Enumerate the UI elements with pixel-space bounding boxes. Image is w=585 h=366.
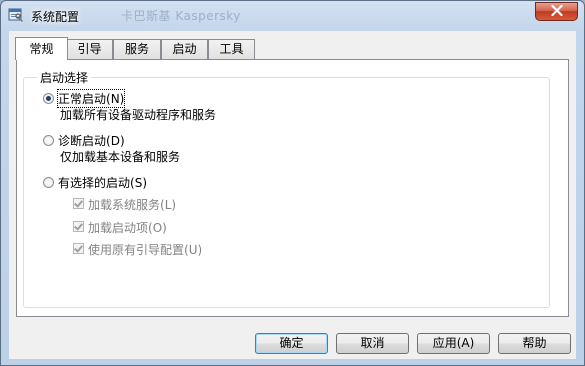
use-original-boot-config-label: 使用原有引导配置(U) bbox=[88, 243, 203, 257]
close-button[interactable] bbox=[535, 2, 578, 21]
tab-label: 工具 bbox=[219, 42, 244, 56]
tab-label: 启动 bbox=[172, 42, 197, 56]
cancel-button[interactable]: 取消 bbox=[336, 333, 409, 354]
apply-button[interactable]: 应用(A) bbox=[417, 333, 490, 354]
diagnostic-startup-label[interactable]: 诊断启动(D) bbox=[58, 132, 125, 149]
load-system-services-label: 加载系统服务(L) bbox=[88, 198, 177, 212]
tab-label: 引导 bbox=[77, 42, 102, 56]
msconfig-window: 系统配置 卡巴斯基 Kaspersky 常规 引导 服务 启动 工具 启动选择 bbox=[0, 0, 585, 366]
selective-startup-radio[interactable] bbox=[43, 177, 54, 188]
tab-startup[interactable]: 启动 bbox=[161, 39, 208, 59]
title-bar[interactable]: 系统配置 卡巴斯基 Kaspersky bbox=[1, 1, 584, 31]
dialog-client: 常规 引导 服务 启动 工具 启动选择 正常启动(N) 加载所有设备驱动程序和服… bbox=[9, 31, 576, 359]
window-title: 系统配置 bbox=[31, 10, 80, 24]
diagnostic-startup-description: 仅加载基本设备和服务 bbox=[60, 150, 181, 164]
group-label: 启动选择 bbox=[37, 69, 92, 86]
close-icon bbox=[550, 4, 563, 19]
normal-startup-label[interactable]: 正常启动(N) bbox=[56, 89, 126, 108]
tab-general[interactable]: 常规 bbox=[15, 37, 68, 60]
normal-startup-radio[interactable] bbox=[43, 93, 54, 104]
normal-startup-description: 加载所有设备驱动程序和服务 bbox=[60, 108, 217, 122]
tab-boot[interactable]: 引导 bbox=[66, 39, 113, 59]
load-system-services-checkbox[interactable] bbox=[73, 198, 84, 209]
ok-button[interactable]: 确定 bbox=[255, 333, 328, 354]
background-window-title: 卡巴斯基 Kaspersky bbox=[121, 9, 241, 23]
load-startup-items-checkbox[interactable] bbox=[73, 221, 84, 232]
msconfig-icon bbox=[8, 7, 24, 23]
selective-startup-label[interactable]: 有选择的启动(S) bbox=[58, 174, 147, 191]
load-startup-items-label: 加载启动项(O) bbox=[88, 221, 167, 235]
tab-label: 服务 bbox=[124, 42, 149, 56]
use-original-boot-config-checkbox[interactable] bbox=[73, 243, 84, 254]
tab-services[interactable]: 服务 bbox=[113, 39, 161, 59]
diagnostic-startup-radio[interactable] bbox=[43, 135, 54, 146]
tab-label: 常规 bbox=[29, 42, 54, 56]
tab-tools[interactable]: 工具 bbox=[208, 39, 255, 59]
help-button[interactable]: 帮助 bbox=[498, 333, 571, 354]
